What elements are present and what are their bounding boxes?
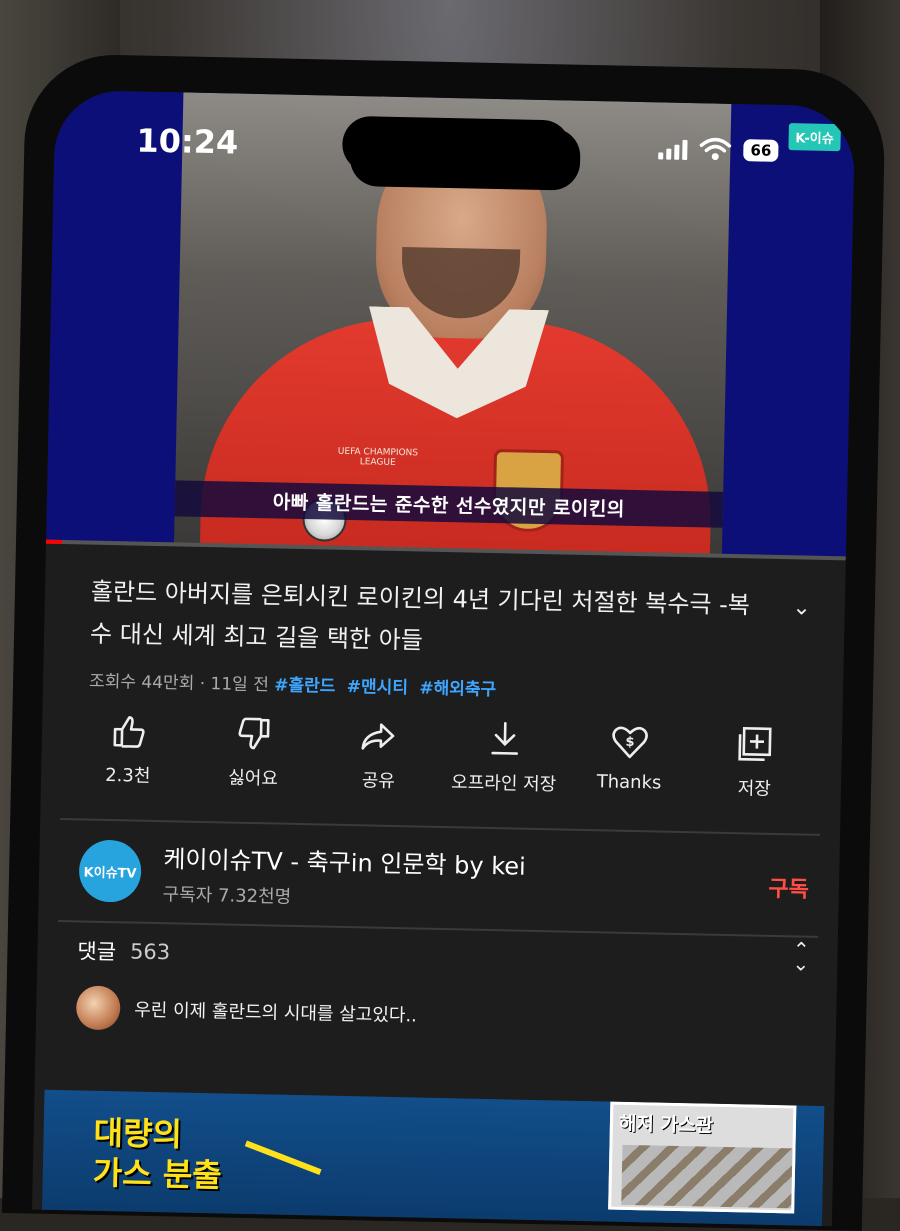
comment-preview[interactable]: 우린 이제 홀란드의 시대를 살고있다..: [75, 985, 817, 1044]
dislike-label: 싫어요: [228, 767, 279, 790]
channel-row[interactable]: K이슈TV 케이이슈TV - 축구in 인문학 by kei 구독자 7.32천…: [78, 830, 820, 925]
channel-avatar[interactable]: K이슈TV: [78, 839, 142, 903]
comments-count: 563: [129, 939, 171, 965]
arrow-icon: [244, 1140, 322, 1176]
channel-watermark: K-이슈: [788, 123, 841, 152]
share-button[interactable]: 공유: [318, 715, 440, 793]
comments-header: 댓글 563: [77, 935, 817, 980]
comments-section[interactable]: 댓글 563 ⌃ ⌄ 우린 이제 홀란드의 시대를 살고있다..: [75, 935, 818, 1080]
share-icon: [361, 723, 395, 750]
thumbs-up-icon: [113, 716, 145, 748]
wifi-icon: [699, 137, 732, 161]
download-label: 오프라인 저장: [450, 772, 557, 796]
thumbs-down-icon: [238, 717, 270, 750]
thumbnail-caption-line: 가스 분출: [92, 1153, 223, 1195]
hashtag-link[interactable]: #홀란드: [274, 675, 336, 696]
thumbnail-caption: 대량의 가스 분출: [92, 1113, 223, 1196]
channel-name[interactable]: 케이이슈TV - 축구in 인문학 by kei: [163, 839, 526, 882]
cellular-signal-icon: [658, 137, 688, 160]
svg-text:$: $: [625, 735, 634, 750]
action-bar: 2.3천 싫어요 공유 오프라인 저장 $ Thanks 저장: [41, 710, 842, 803]
share-label: 공유: [361, 770, 396, 793]
dislike-button[interactable]: 싫어요: [193, 713, 315, 791]
phone-frame: UEFA CHAMPIONS LEAGUE 아빠 홀란드는 준수한 선수였지만 …: [1, 53, 887, 1231]
status-icons: 66: [658, 136, 779, 163]
video-meta: 조회수 44만회 · 11일 전 #홀란드 #맨시티 #해외축구: [89, 667, 797, 707]
video-info: 홀란드 아버지를 은퇴시킨 로이킨의 4년 기다린 처절한 복수극 -복수 대신…: [43, 544, 846, 708]
thanks-label: Thanks: [596, 771, 662, 794]
channel-text: 케이이슈TV - 축구in 인문학 by kei 구독자 7.32천명: [162, 839, 526, 914]
phone-screen: UEFA CHAMPIONS LEAGUE 아빠 홀란드는 준수한 선수였지만 …: [32, 89, 856, 1227]
thumbnail-caption-line: 대량의: [93, 1113, 183, 1154]
download-icon: [491, 721, 518, 755]
save-button[interactable]: 저장: [694, 723, 816, 801]
dynamic-island: [341, 115, 571, 177]
like-button[interactable]: 2.3천: [68, 710, 190, 788]
video-title[interactable]: 홀란드 아버지를 은퇴시킨 로이킨의 4년 기다린 처절한 복수극 -복수 대신…: [90, 571, 772, 669]
heart-dollar-icon: $: [612, 726, 648, 759]
expand-description-chevron-icon[interactable]: ⌄: [792, 595, 811, 620]
subscriber-count: 구독자 7.32천명: [162, 883, 292, 908]
inset-label: 해저 가스관: [618, 1112, 714, 1137]
status-time: 10:24: [136, 121, 239, 162]
hashtag-link[interactable]: #맨시티: [347, 677, 409, 698]
battery-indicator: 66: [743, 139, 779, 162]
thumbnail-inset: 해저 가스관: [608, 1101, 797, 1214]
comment-text: 우린 이제 홀란드의 시대를 살고있다..: [134, 999, 418, 1027]
jersey-text: UEFA CHAMPIONS LEAGUE: [337, 446, 419, 468]
like-count: 2.3천: [104, 764, 151, 787]
download-button[interactable]: 오프라인 저장: [443, 718, 565, 796]
expand-comments-icon[interactable]: ⌃ ⌄: [792, 937, 810, 975]
view-count-date: 조회수 44만회 · 11일 전: [88, 671, 270, 696]
add-to-playlist-icon: [738, 726, 772, 762]
save-label: 저장: [737, 778, 772, 800]
thanks-button[interactable]: $ Thanks: [569, 721, 691, 799]
pipes-image: [621, 1144, 793, 1209]
commenter-avatar: [75, 985, 121, 1031]
comments-label: 댓글: [77, 939, 117, 965]
video-subtitle: 아빠 홀란드는 준수한 선수였지만 로이킨의: [272, 490, 626, 521]
subscribe-button[interactable]: 구독: [768, 871, 809, 904]
next-video-thumbnail[interactable]: 대량의 가스 분출 해저 가스관: [41, 1089, 825, 1227]
hashtag-link[interactable]: #해외축구: [419, 678, 496, 700]
